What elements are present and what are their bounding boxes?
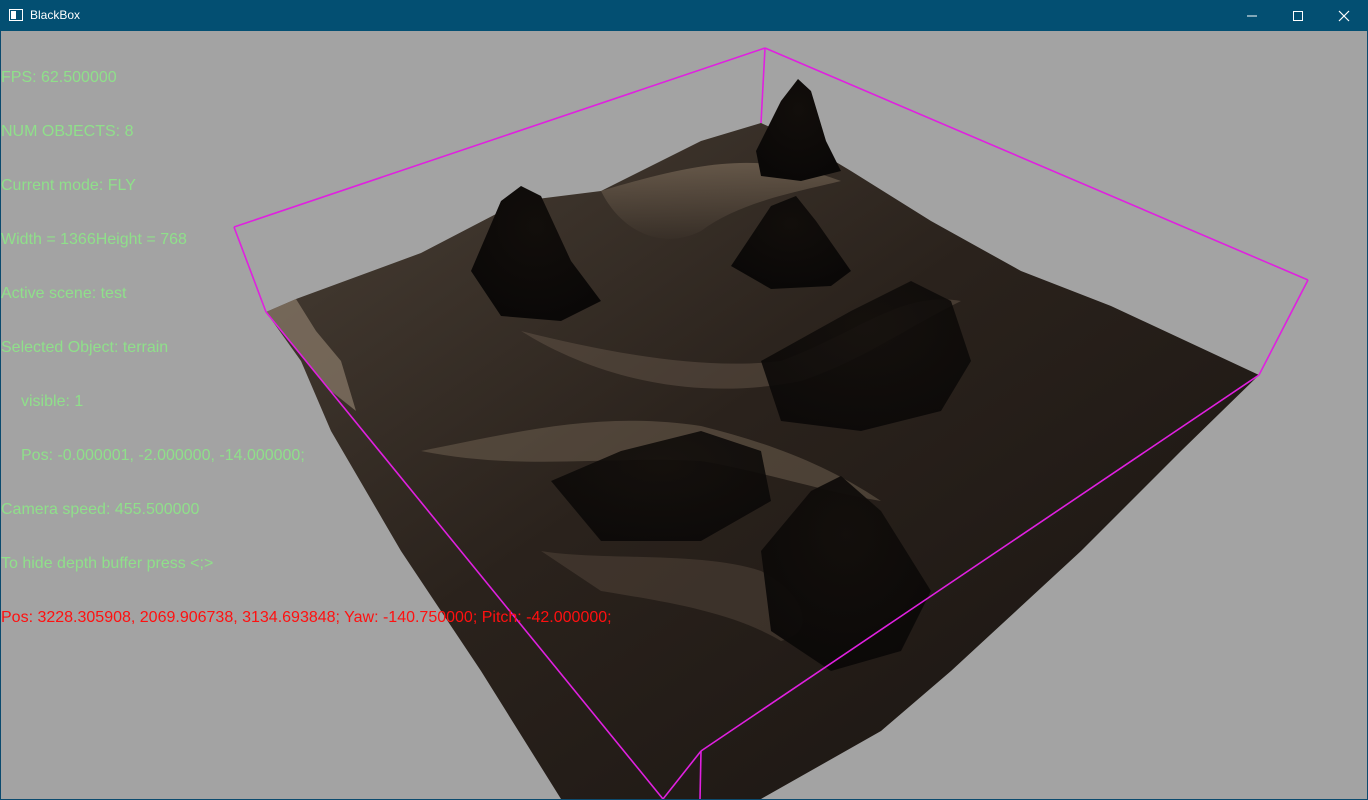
title-bar[interactable]: BlackBox [0, 0, 1368, 31]
hud-hint: To hide depth buffer press <;> [1, 555, 214, 572]
hud-visible: visible: 1 [21, 393, 84, 410]
hud-fps: FPS: 62.500000 [1, 69, 117, 86]
hud-camera-speed: Camera speed: 455.500000 [1, 501, 200, 518]
window-title: BlackBox [30, 8, 81, 22]
hud-object-pos: Pos: -0.000001, -2.000000, -14.000000; [21, 447, 305, 464]
minimize-icon [1247, 15, 1257, 17]
maximize-icon [1293, 11, 1303, 21]
hud-camera-pos: Pos: 3228.305908, 2069.906738, 3134.6938… [1, 609, 612, 626]
close-button[interactable] [1321, 0, 1367, 31]
app-icon [9, 9, 23, 21]
close-icon [1338, 10, 1350, 22]
app-window: BlackBox FPS: 62.500000 NUM OBJECTS: 8 C… [0, 0, 1368, 800]
maximize-button[interactable] [1275, 0, 1321, 31]
debug-hud: FPS: 62.500000 NUM OBJECTS: 8 Current mo… [1, 33, 612, 663]
hud-num-objects: NUM OBJECTS: 8 [1, 123, 134, 140]
hud-selected-object: Selected Object: terrain [1, 339, 169, 356]
hud-scene: Active scene: test [1, 285, 127, 302]
hud-mode: Current mode: FLY [1, 177, 136, 194]
terrain-peak [756, 79, 841, 181]
hud-size: Width = 1366Height = 768 [1, 231, 187, 248]
render-viewport[interactable]: FPS: 62.500000 NUM OBJECTS: 8 Current mo… [1, 31, 1367, 799]
minimize-button[interactable] [1229, 0, 1275, 31]
